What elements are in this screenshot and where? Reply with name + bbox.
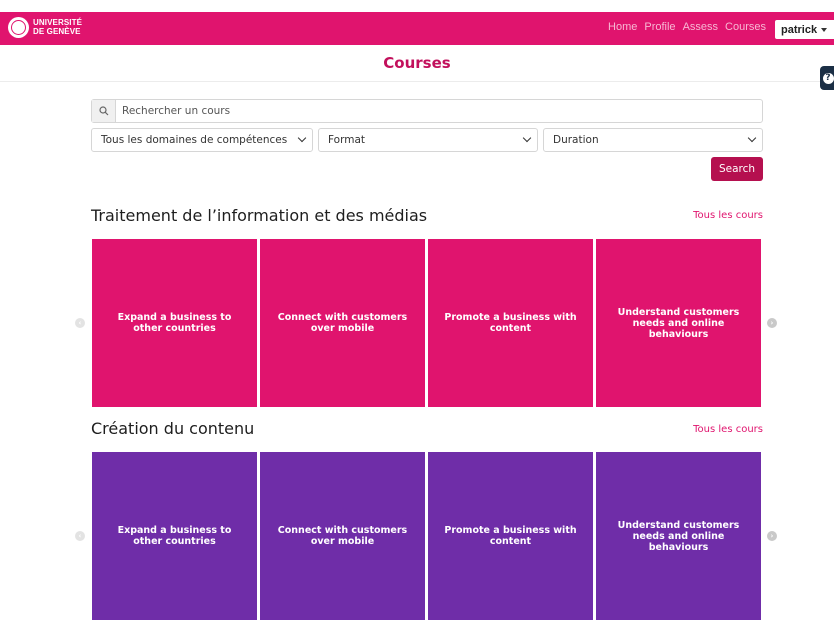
course-card-title: Understand customers needs and online be… [617, 519, 740, 553]
section-title-2: Création du contenu [91, 419, 255, 438]
domain-select-value: Tous les domaines de compétences [101, 134, 288, 146]
format-select[interactable]: Format [318, 128, 538, 152]
nav-assess-link[interactable]: Assess [683, 21, 718, 33]
course-card[interactable]: Connect with customers over mobile [260, 452, 425, 620]
course-card[interactable]: Connect with customers over mobile [260, 239, 425, 407]
all-courses-link-2[interactable]: Tous les cours [693, 424, 763, 435]
main-nav: Home Profile Assess Courses [608, 21, 766, 33]
user-name: patrick [781, 23, 818, 36]
nav-profile-link[interactable]: Profile [644, 21, 675, 33]
university-seal-icon [8, 17, 29, 38]
course-card[interactable]: Expand a business to other countries [92, 452, 257, 620]
page-title: Courses [383, 54, 451, 72]
university-logo[interactable]: UNIVERSITÉ DE GENÈVE [8, 17, 82, 38]
course-search-bar [91, 99, 763, 123]
course-carousel-1: Expand a business to other countries Con… [92, 239, 761, 407]
course-card-title: Understand customers needs and online be… [617, 306, 740, 340]
course-carousel-2: Expand a business to other countries Con… [92, 452, 761, 620]
course-card-title: Connect with customers over mobile [277, 312, 408, 334]
course-card-title: Expand a business to other countries [117, 525, 232, 547]
course-card[interactable]: Understand customers needs and online be… [596, 239, 761, 407]
chevron-left-icon[interactable]: ‹ [75, 318, 85, 328]
course-card[interactable]: Promote a business with content [428, 239, 593, 407]
chevron-right-icon[interactable]: › [767, 318, 777, 328]
chevron-down-icon [747, 133, 757, 143]
course-card[interactable]: Expand a business to other countries [92, 239, 257, 407]
top-navbar: UNIVERSITÉ DE GENÈVE Home Profile Assess… [0, 12, 834, 45]
course-card-title: Expand a business to other countries [117, 312, 232, 334]
logo-text: UNIVERSITÉ DE GENÈVE [33, 18, 82, 36]
search-icon[interactable] [92, 100, 116, 122]
caret-down-icon [821, 27, 828, 32]
course-card-title: Connect with customers over mobile [277, 525, 408, 547]
divider [0, 81, 834, 82]
help-button[interactable]: ? [820, 66, 834, 90]
section-title-1: Traitement de l’information et des média… [91, 206, 428, 225]
chevron-down-icon [297, 133, 307, 143]
user-menu-button[interactable]: patrick [775, 20, 834, 39]
nav-courses-link[interactable]: Courses [725, 21, 766, 33]
chevron-right-icon[interactable]: › [767, 531, 777, 541]
logo-line-2: DE GENÈVE [33, 26, 81, 36]
filter-row: Tous les domaines de compétences Format … [91, 128, 763, 152]
course-card-title: Promote a business with content [444, 525, 577, 547]
search-button[interactable]: Search [711, 157, 763, 181]
chevron-left-icon[interactable]: ‹ [75, 531, 85, 541]
nav-home-link[interactable]: Home [608, 21, 637, 33]
help-icon: ? [822, 72, 834, 84]
duration-select-value: Duration [553, 134, 599, 146]
domain-select[interactable]: Tous les domaines de compétences [91, 128, 313, 152]
all-courses-link-1[interactable]: Tous les cours [693, 210, 763, 221]
course-card-title: Promote a business with content [444, 312, 577, 334]
course-card[interactable]: Understand customers needs and online be… [596, 452, 761, 620]
duration-select[interactable]: Duration [543, 128, 763, 152]
search-input[interactable] [116, 100, 762, 122]
course-card[interactable]: Promote a business with content [428, 452, 593, 620]
chevron-down-icon [522, 133, 532, 143]
format-select-value: Format [328, 134, 366, 146]
